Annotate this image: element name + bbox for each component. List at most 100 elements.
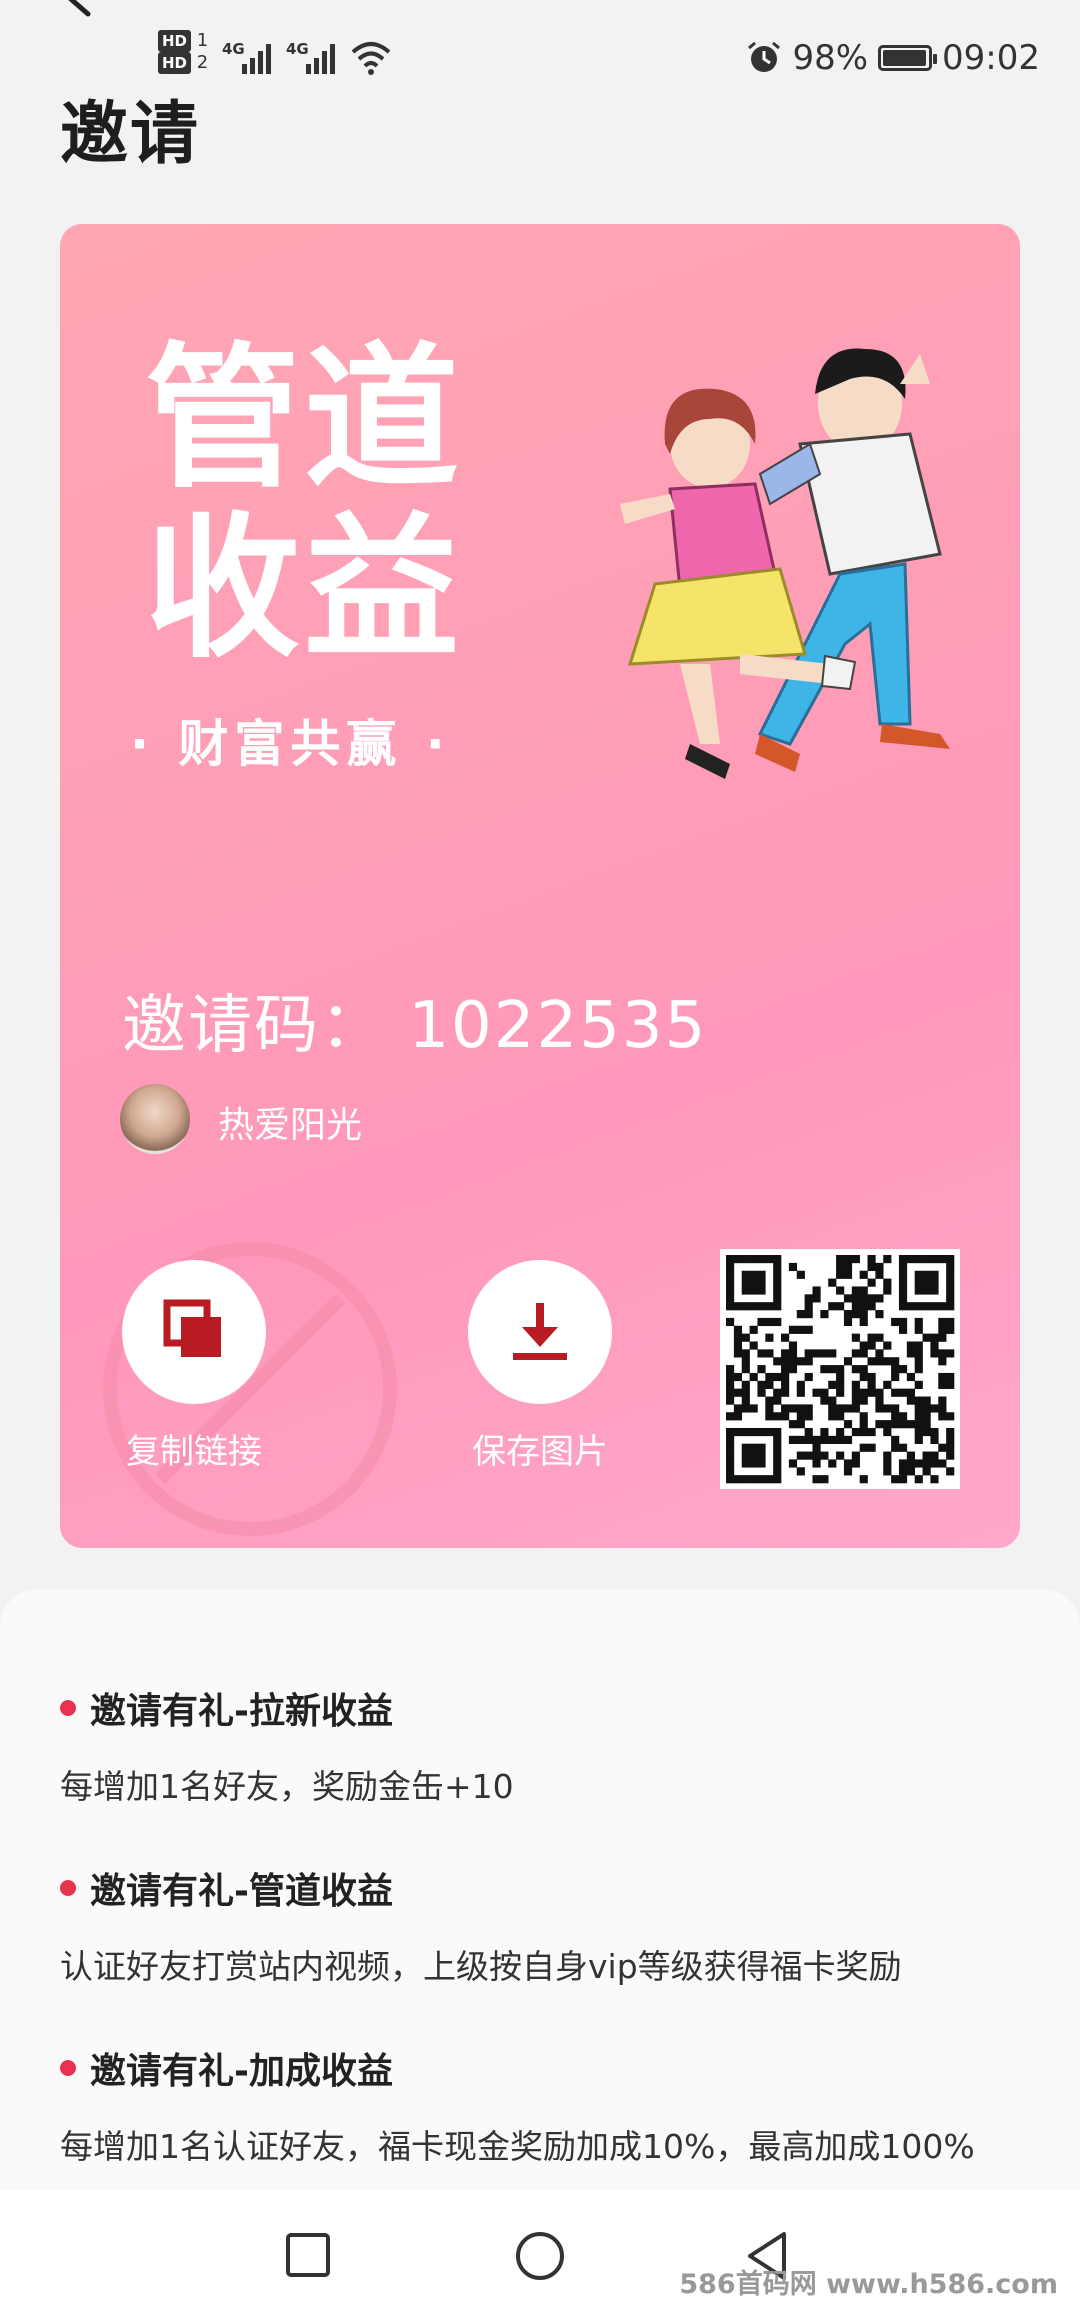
qr-module xyxy=(773,1294,782,1303)
qr-module xyxy=(914,1435,923,1444)
qr-module xyxy=(938,1255,947,1264)
qr-module xyxy=(867,1302,876,1311)
qr-module xyxy=(938,1404,947,1413)
qr-module xyxy=(796,1270,805,1279)
qr-module xyxy=(859,1475,868,1484)
qr-module xyxy=(836,1302,845,1311)
qr-module xyxy=(843,1357,853,1366)
qr-module xyxy=(828,1380,837,1389)
home-icon[interactable] xyxy=(514,2230,566,2282)
benefit-desc: 每增加1名好友，奖励金缶+10 xyxy=(60,1767,514,1806)
save-image-label[interactable]: 保存图片 xyxy=(440,1424,640,1473)
qr-module xyxy=(875,1294,884,1303)
qr-module xyxy=(757,1427,766,1437)
qr-module xyxy=(749,1270,758,1279)
qr-module xyxy=(914,1278,923,1287)
qr-module xyxy=(851,1349,860,1358)
qr-module xyxy=(891,1357,900,1366)
qr-module xyxy=(765,1333,774,1342)
qr-module xyxy=(733,1341,743,1350)
qr-module xyxy=(914,1365,923,1374)
avatar xyxy=(120,1084,190,1154)
qr-module xyxy=(812,1459,821,1468)
qr-module xyxy=(726,1459,735,1468)
qr-module xyxy=(788,1459,798,1468)
copy-link-label[interactable]: 复制链接 xyxy=(94,1424,294,1473)
qr-module xyxy=(836,1412,845,1421)
alarm-icon xyxy=(748,41,781,72)
qr-module xyxy=(773,1427,782,1437)
qr-module xyxy=(773,1396,782,1405)
qr-module xyxy=(828,1396,837,1405)
qr-module xyxy=(804,1357,813,1366)
qr-module xyxy=(843,1255,853,1264)
qr-module xyxy=(788,1349,798,1358)
qr-module xyxy=(733,1349,743,1358)
qr-module xyxy=(796,1357,805,1366)
qr-module xyxy=(773,1467,782,1476)
qr-module xyxy=(914,1420,923,1429)
qr-module xyxy=(843,1404,853,1413)
qr-module xyxy=(820,1396,829,1405)
recent-apps-icon[interactable] xyxy=(285,2232,331,2278)
qr-module xyxy=(726,1262,735,1272)
save-image-button[interactable] xyxy=(468,1260,612,1404)
copy-link-button[interactable] xyxy=(122,1260,266,1404)
poster-title: 管道 收益 xyxy=(145,334,463,674)
qr-module xyxy=(906,1467,915,1476)
qr-module xyxy=(836,1435,845,1444)
qr-module xyxy=(741,1333,750,1342)
qr-module xyxy=(898,1317,908,1327)
qr-module xyxy=(726,1451,735,1460)
qr-module xyxy=(938,1443,947,1452)
qr-module xyxy=(741,1357,750,1366)
qr-module xyxy=(836,1451,845,1460)
qr-module xyxy=(741,1443,750,1452)
qr-module xyxy=(906,1372,915,1382)
qr-module xyxy=(757,1349,766,1358)
qr-module xyxy=(733,1325,743,1334)
qr-module xyxy=(773,1270,782,1279)
qr-module xyxy=(914,1270,923,1279)
qr-module xyxy=(726,1396,735,1405)
qr-module xyxy=(946,1372,955,1382)
qr-module xyxy=(891,1435,900,1444)
qr-module xyxy=(843,1294,853,1303)
qr-module xyxy=(922,1427,931,1437)
wifi-icon xyxy=(351,42,391,75)
back-icon[interactable] xyxy=(60,0,100,20)
qr-module xyxy=(946,1427,955,1437)
qr-module xyxy=(898,1302,908,1311)
qr-module xyxy=(875,1262,884,1272)
qr-module xyxy=(773,1262,782,1272)
qr-module xyxy=(946,1443,955,1452)
qr-module xyxy=(922,1333,931,1342)
qr-module xyxy=(749,1325,758,1334)
qr-module xyxy=(726,1365,735,1374)
qr-module xyxy=(749,1475,758,1484)
qr-module xyxy=(946,1380,955,1389)
qr-module xyxy=(898,1420,908,1429)
qr-module xyxy=(836,1255,845,1264)
qr-module xyxy=(749,1459,758,1468)
invite-poster: 管道 收益 · 财富共赢 · 邀请码： 1022535 热爱阳光 复制链接 保存… xyxy=(60,224,1020,1548)
qr-module xyxy=(914,1396,923,1405)
qr-module xyxy=(859,1365,868,1374)
qr-module xyxy=(898,1443,908,1452)
qr-module xyxy=(773,1278,782,1287)
qr-module xyxy=(820,1435,829,1444)
battery-percent: 98% xyxy=(792,38,869,78)
qr-module xyxy=(733,1372,743,1382)
qr-module xyxy=(733,1388,743,1397)
qr-module xyxy=(796,1325,805,1334)
qr-module xyxy=(875,1333,884,1342)
qr-module xyxy=(773,1412,782,1421)
qr-module xyxy=(828,1459,837,1468)
qr-module xyxy=(898,1475,908,1484)
qr-module xyxy=(859,1427,868,1437)
invite-code: 邀请码： 1022535 xyxy=(122,989,708,1063)
qr-module xyxy=(914,1459,923,1468)
qr-module xyxy=(891,1317,900,1327)
qr-module xyxy=(836,1372,845,1382)
qr-module xyxy=(843,1317,853,1327)
